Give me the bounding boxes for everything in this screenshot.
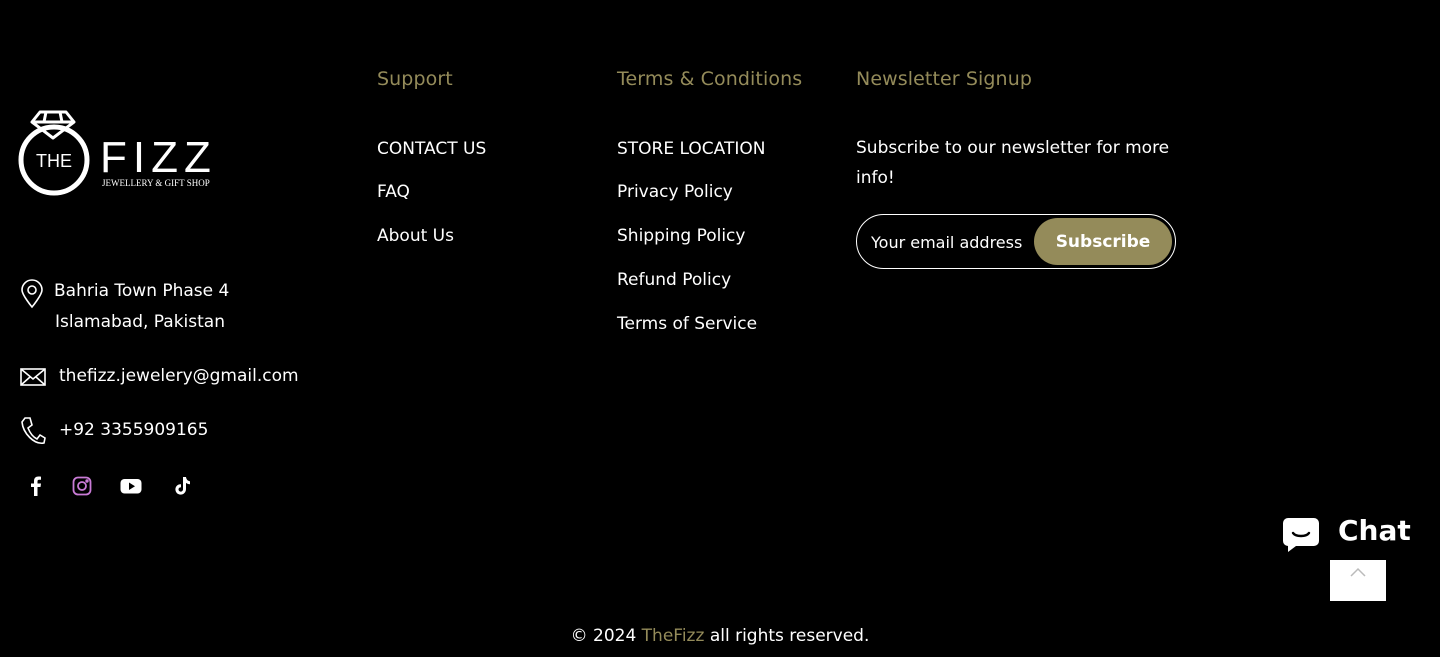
logo-ring-text: THE <box>36 151 72 171</box>
youtube-icon[interactable] <box>117 472 145 500</box>
address-line-2: Islamabad, Pakistan <box>55 312 225 332</box>
location-pin-icon <box>20 279 44 314</box>
shipping-policy-link[interactable]: Shipping Policy <box>617 226 745 246</box>
phone-link[interactable]: +92 3355909165 <box>59 420 208 440</box>
chat-button[interactable]: Chat <box>1270 500 1416 568</box>
brand-link[interactable]: TheFizz <box>642 626 705 646</box>
email-link[interactable]: thefizz.jewelery@gmail.com <box>59 366 299 386</box>
store-location-link[interactable]: STORE LOCATION <box>617 139 765 159</box>
email-input[interactable] <box>871 228 1023 256</box>
tiktok-icon[interactable] <box>168 472 196 500</box>
copyright-suffix: all rights reserved. <box>709 626 870 646</box>
contact-us-link[interactable]: CONTACT US <box>377 139 486 159</box>
about-us-link[interactable]: About Us <box>377 226 454 246</box>
copyright: © 2024 TheFizz all rights reserved. <box>0 626 1440 646</box>
terms-heading: Terms & Conditions <box>617 68 803 90</box>
chat-bubble-icon <box>1282 516 1320 558</box>
newsletter-heading: Newsletter Signup <box>856 68 1032 90</box>
envelope-icon <box>20 367 46 392</box>
chat-label: Chat <box>1338 514 1411 547</box>
address-line-1: Bahria Town Phase 4 <box>54 281 230 301</box>
subscribe-button[interactable]: Subscribe <box>1034 218 1172 265</box>
terms-of-service-link[interactable]: Terms of Service <box>617 314 757 334</box>
logo-tagline: JEWELLERY & GIFT SHOP <box>102 178 210 188</box>
phone-icon <box>20 416 46 451</box>
instagram-icon[interactable] <box>68 472 96 500</box>
newsletter-description: Subscribe to our newsletter for more inf… <box>856 138 1170 188</box>
back-to-top-button[interactable] <box>1330 560 1386 601</box>
chevron-up-icon <box>1349 563 1367 582</box>
privacy-policy-link[interactable]: Privacy Policy <box>617 182 733 202</box>
newsletter-form: Subscribe <box>856 214 1176 269</box>
facebook-icon[interactable] <box>22 472 50 500</box>
copyright-prefix: © 2024 <box>570 626 637 646</box>
refund-policy-link[interactable]: Refund Policy <box>617 270 731 290</box>
support-heading: Support <box>377 68 453 90</box>
brand-logo[interactable]: THE FIZZ JEWELLERY & GIFT SHOP <box>18 104 258 200</box>
logo-name: FIZZ <box>100 133 217 182</box>
faq-link[interactable]: FAQ <box>377 182 410 202</box>
